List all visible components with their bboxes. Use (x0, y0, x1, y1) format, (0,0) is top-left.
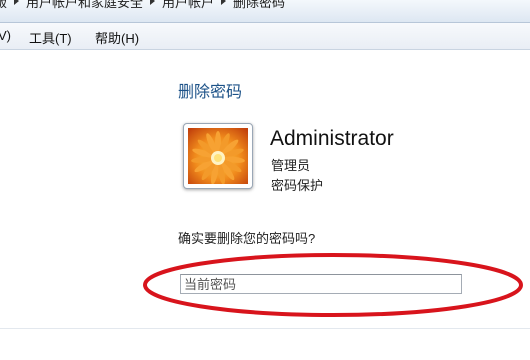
breadcrumb-item-current[interactable]: 删除密码 (233, 0, 285, 11)
page-title: 删除密码 (178, 84, 243, 101)
menu-help[interactable]: 帮助(H) (95, 28, 139, 47)
chevron-right-icon[interactable] (150, 0, 156, 5)
chevron-right-icon[interactable] (221, 0, 227, 5)
menu-view[interactable]: V) (0, 28, 11, 43)
divider (0, 328, 530, 329)
address-bar[interactable]: 版 用户帐户和家庭安全 用户帐户 删除密码 (0, 0, 530, 23)
current-password-input[interactable] (180, 274, 462, 294)
menu-tools[interactable]: 工具(T) (29, 28, 72, 47)
breadcrumb-item[interactable]: 版 (0, 0, 7, 11)
avatar (183, 123, 253, 189)
breadcrumb-item[interactable]: 用户帐户和家庭安全 (26, 0, 143, 11)
confirm-question: 确实要删除您的密码吗? (178, 231, 316, 246)
chevron-right-icon[interactable] (14, 0, 20, 5)
user-name: Administrator (270, 127, 394, 150)
user-role: 管理员 (271, 158, 311, 173)
menu-bar: V) 工具(T) 帮助(H) (0, 23, 530, 50)
breadcrumb-item[interactable]: 用户帐户 (162, 0, 214, 11)
user-password-status: 密码保护 (271, 178, 324, 193)
flower-avatar-icon (188, 128, 248, 184)
breadcrumb: 版 用户帐户和家庭安全 用户帐户 删除密码 (0, 0, 285, 11)
